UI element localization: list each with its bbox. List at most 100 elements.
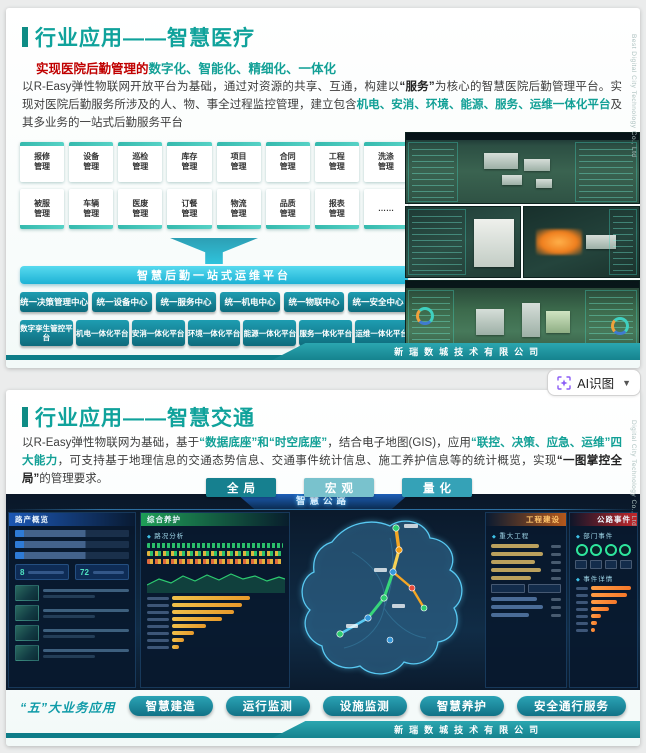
side-watermark-text: Best Digital City Technology Co., Ltd	[630, 34, 637, 158]
event-bar-row	[576, 607, 631, 611]
building	[546, 311, 570, 333]
event-bar-row	[576, 586, 631, 590]
view-button-macro: 宏观	[304, 478, 374, 497]
stat-value: 72	[80, 567, 89, 577]
maintenance-bar-row	[147, 610, 283, 614]
module-label: 医废管理	[132, 199, 149, 218]
project-title-bar	[491, 568, 541, 572]
para-segment-highlight: 机电、安消、环境、能源、服务、运维一体化平台	[356, 99, 611, 111]
service-button: 智慧建造	[128, 696, 213, 716]
bar-label	[147, 645, 169, 649]
module-grid: 报修管理 设备管理 巡检管理 库存管理 项目管理 合同管理 工程管理 洗涤管理 …	[20, 142, 409, 229]
building	[476, 309, 504, 335]
module-card: 订餐管理	[167, 189, 212, 229]
hospital-screenshot-collage	[405, 132, 640, 356]
panel-maintenance: 综合养护 路况分析	[140, 512, 290, 688]
building	[502, 175, 522, 185]
module-card: 项目管理	[216, 142, 261, 182]
panel-road-assets: 路产概览 8 72	[8, 512, 136, 688]
module-card: 物流管理	[216, 189, 261, 229]
view-button-quantify: 量化	[402, 478, 472, 497]
project-title-bar	[491, 576, 531, 580]
module-label: 设备管理	[83, 152, 100, 171]
chevron-down-icon[interactable]: ▼	[622, 378, 631, 388]
bar-label	[576, 586, 588, 590]
module-card: ……	[363, 189, 409, 229]
building	[524, 159, 550, 171]
para-segment-bold: “服务”	[399, 81, 435, 93]
maintenance-bar-row	[147, 624, 283, 628]
project-tags	[491, 584, 561, 593]
stat-bar	[28, 570, 64, 574]
bar-label	[147, 596, 169, 600]
bar-label	[147, 624, 169, 628]
project-title-bar	[491, 560, 535, 564]
center-button: 统一安全中心	[348, 292, 409, 312]
module-card: 合同管理	[265, 142, 310, 182]
text-line	[43, 588, 129, 592]
project-title-bar	[491, 552, 543, 556]
bar	[172, 617, 222, 621]
module-label: 库存管理	[181, 152, 198, 171]
center-button: 统一决策管理中心	[20, 292, 89, 312]
project-row	[491, 544, 561, 548]
event-bar-row	[576, 628, 631, 632]
maintenance-bar-row	[147, 617, 283, 621]
module-label: 报表管理	[328, 199, 345, 218]
event-bar-row	[576, 614, 631, 618]
slide2-footer: 新瑞数城技术有限公司	[6, 720, 640, 738]
slide-smart-healthcare[interactable]: 行业应用——智慧医疗 实现医院后勤管理的数字化、智能化、精细化、一体化 以R-E…	[6, 8, 640, 368]
bar-label	[147, 631, 169, 635]
screenshot-header-bar	[406, 281, 639, 288]
para-segment: ，结合电子地图(GIS)，应用	[327, 437, 471, 449]
stat-chip	[590, 560, 602, 569]
view-mode-buttons: 全局 宏观 量化	[206, 478, 472, 497]
module-card: 车辆管理	[69, 189, 114, 229]
panel-road-events: 公路事件 部门事件 事件详情	[569, 512, 638, 688]
ai-scan-icon	[557, 375, 571, 390]
event-thumbnail	[15, 585, 39, 601]
event-list-item	[15, 605, 129, 621]
project-row	[491, 597, 561, 601]
project-meta-bar	[551, 544, 561, 548]
project-row	[491, 560, 561, 564]
business-label: “五”大业务应用	[20, 700, 116, 715]
bar-label	[147, 603, 169, 607]
event-bar-row	[576, 593, 631, 597]
slide1-paragraph: 以R-Easy弹性物联网开放平台为基础，通过对资源的共享、互通，构建以“服务”为…	[22, 78, 622, 132]
event-text	[43, 646, 129, 661]
module-label: 订餐管理	[181, 199, 198, 218]
bar	[591, 621, 597, 625]
project-meta-bar	[551, 597, 561, 601]
stat-chip: 72	[75, 564, 129, 580]
module-card: 工程管理	[314, 142, 360, 182]
panel-maintenance-header: 综合养护	[141, 513, 289, 526]
slide-smart-transportation[interactable]: 行业应用——智慧交通 以R-Easy弹性物联网为基础，基于“数据底座”和“时空底…	[6, 390, 640, 746]
service-button: 设施监测	[322, 696, 407, 716]
maintenance-bar-row	[147, 596, 283, 600]
stat-chip	[605, 560, 617, 569]
stat-value: 8	[20, 567, 25, 577]
collage-middle-row	[405, 206, 640, 278]
center-button: 统一服务中心	[156, 292, 217, 312]
bar-label	[147, 638, 169, 642]
module-label: 项目管理	[230, 152, 247, 171]
ai-recognize-button[interactable]: AI识图 ▼	[547, 369, 641, 396]
event-bar-row	[576, 621, 631, 625]
panel-road-assets-header: 路产概览	[9, 513, 135, 526]
overlay-panel	[408, 209, 466, 275]
module-label: 工程管理	[328, 152, 345, 171]
bar	[591, 607, 609, 611]
project-meta-bar	[551, 613, 561, 617]
building	[484, 153, 518, 169]
sub-dept-events: 部门事件	[576, 530, 631, 540]
event-list-item	[15, 625, 129, 641]
text-line	[43, 648, 129, 652]
para-segment: ，可支持基于地理信息的交通态势信息、交通事件统计信息、施工养护信息等的统计概览，…	[57, 455, 557, 467]
bar-label	[147, 610, 169, 614]
event-stat-chips	[575, 560, 632, 569]
department-event-donuts	[576, 544, 631, 556]
footer-band: 新瑞数城技术有限公司	[272, 721, 640, 738]
text-line	[43, 594, 95, 598]
module-label: 洗涤管理	[377, 152, 394, 171]
